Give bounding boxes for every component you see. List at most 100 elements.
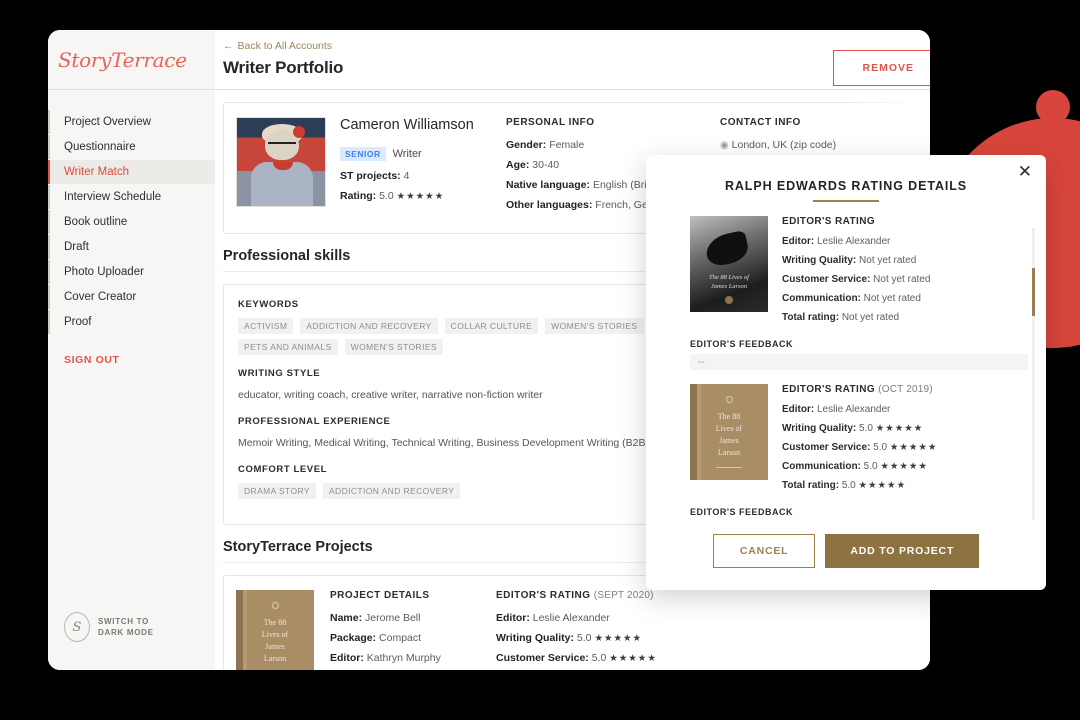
star-rating-icon: ★★★★★	[880, 461, 928, 472]
sidebar-item-interview-schedule[interactable]: Interview Schedule	[48, 185, 215, 209]
age-label: Age:	[506, 159, 530, 171]
project-package-label: Package:	[330, 632, 377, 644]
sidebar-item-label: Cover Creator	[64, 291, 137, 303]
writing-quality-value: Not yet rated	[859, 255, 917, 266]
dark-mode-toggle[interactable]: S SWITCH TO DARK MODE	[64, 612, 154, 642]
location-pin-icon: ◉	[720, 140, 729, 151]
sidebar-item-proof[interactable]: Proof	[48, 310, 215, 334]
book-cover-thumbnail: The 88 Lives of James Larson	[236, 590, 314, 670]
sidebar: StoryTerrace Project Overview Questionna…	[48, 30, 215, 670]
customer-service-label: Customer Service:	[782, 274, 871, 285]
dark-mode-label: SWITCH TO DARK MODE	[98, 616, 154, 638]
rating-writing-quality-row: Writing Quality: 5.0 ★★★★★	[782, 423, 1028, 434]
sidebar-item-label: Project Overview	[64, 116, 151, 128]
rating-entry-details: EDITOR'S RATING Editor: Leslie Alexander…	[782, 216, 1028, 331]
gender-label: Gender:	[506, 139, 547, 151]
project-package-value: Compact	[379, 632, 422, 644]
close-icon[interactable]: ✕	[1018, 163, 1032, 180]
book-title-line: Larson	[717, 448, 741, 457]
rating-editor-value: Leslie Alexander	[532, 612, 610, 624]
writing-quality-value: 5.0	[859, 423, 873, 434]
sidebar-item-photo-uploader[interactable]: Photo Uploader	[48, 260, 215, 284]
status-badge: SENIOR	[340, 147, 386, 161]
sidebar-item-book-outline[interactable]: Book outline	[48, 210, 215, 234]
back-to-all-accounts-link[interactable]: ← Back to All Accounts	[223, 40, 343, 52]
rating-details-modal: ✕ RALPH EDWARDS RATING DETAILS The 88 Li…	[646, 155, 1046, 590]
rating-communication-row: Communication: Not yet rated	[782, 293, 1028, 304]
keyword-tag: ACTIVISM	[238, 318, 294, 334]
contact-info-heading: CONTACT INFO	[720, 117, 801, 128]
add-to-project-button[interactable]: ADD TO PROJECT	[825, 534, 980, 568]
writing-quality-label: Writing Quality:	[496, 632, 574, 644]
feedback-box: --	[690, 354, 1028, 370]
star-rating-icon: ★★★★★	[396, 191, 445, 202]
arrow-left-icon: ←	[223, 40, 234, 52]
comfort-tag: DRAMA STORY	[238, 483, 316, 499]
sidebar-nav: Project Overview Questionnaire Writer Ma…	[48, 90, 215, 366]
communication-label: Communication:	[782, 461, 861, 472]
total-rating-value: Not yet rated	[841, 312, 900, 323]
topbar-left: ← Back to All Accounts Writer Portfolio	[223, 40, 343, 78]
rating-customer-service-row: Customer Service: Not yet rated	[782, 274, 1028, 285]
rating-editor-label: Editor:	[782, 404, 815, 415]
project-editor-row: Editor: Kathryn Murphy	[330, 652, 480, 664]
rating-entry-heading: EDITOR'S RATING	[782, 216, 1028, 227]
remove-button[interactable]: REMOVE	[833, 50, 930, 86]
customer-service-value: 5.0	[591, 652, 607, 664]
storyterrace-logo: StoryTerrace	[58, 47, 187, 72]
sidebar-item-project-overview[interactable]: Project Overview	[48, 110, 215, 134]
avatar	[236, 117, 326, 207]
keyword-tag: PETS AND ANIMALS	[238, 339, 338, 355]
total-rating-value: 5.0	[841, 480, 856, 491]
project-rating-heading: EDITOR'S RATING (SEPT 2020)	[496, 590, 706, 601]
sidebar-item-questionnaire[interactable]: Questionnaire	[48, 135, 215, 159]
rating-customer-service-row: Customer Service: 5.0 ★★★★★	[496, 652, 706, 664]
comfort-tag: ADDICTION AND RECOVERY	[322, 483, 461, 499]
st-projects-value: 4	[403, 170, 410, 182]
project-rating-column: EDITOR'S RATING (SEPT 2020) Editor: Lesl…	[496, 590, 706, 670]
location-value: London, UK (zip code)	[731, 139, 837, 151]
project-name-value: Jerome Bell	[365, 612, 421, 624]
rating-total-row: Total rating: Not yet rated	[782, 312, 1028, 323]
keyword-tag: WOMEN'S STORIES	[344, 339, 443, 355]
project-name-label: Name:	[330, 612, 363, 624]
decorative-circle-small	[1036, 90, 1070, 124]
sidebar-item-writer-match[interactable]: Writer Match	[48, 160, 215, 184]
rating-editor-value: Leslie Alexander	[817, 236, 891, 247]
sidebar-item-label: Questionnaire	[64, 141, 136, 153]
rating-total-row: Total rating: 5.0 ★★★★★	[782, 480, 1028, 491]
modal-scrollbar-thumb[interactable]	[1032, 268, 1035, 316]
customer-service-value: Not yet rated	[873, 274, 931, 285]
star-rating-icon: ★★★★★	[858, 480, 907, 491]
st-projects-row: ST projects: 4	[340, 170, 492, 182]
rating-editor-label: Editor:	[782, 236, 815, 247]
modal-title: RALPH EDWARDS RATING DETAILS	[724, 179, 968, 193]
logo-container: StoryTerrace	[48, 30, 215, 90]
sidebar-item-label: Draft	[64, 241, 89, 253]
writing-quality-label: Writing Quality:	[782, 255, 857, 266]
rating-writing-quality-row: Writing Quality: 5.0 ★★★★★	[496, 632, 706, 644]
sidebar-item-label: Interview Schedule	[64, 191, 162, 203]
communication-value: Not yet rated	[863, 293, 921, 304]
rating-heading-text: EDITOR'S RATING	[496, 590, 591, 601]
gender-row: Gender: Female	[506, 139, 706, 151]
writing-quality-label: Writing Quality:	[782, 423, 857, 434]
rating-heading-text: EDITOR'S RATING	[782, 384, 876, 395]
topbar: ← Back to All Accounts Writer Portfolio …	[215, 30, 930, 90]
keyword-tag: ADDICTION AND RECOVERY	[300, 318, 438, 334]
dark-mode-line2: DARK MODE	[98, 628, 154, 637]
rating-entry-heading: EDITOR'S RATING (OCT 2019)	[782, 384, 1028, 395]
communication-label: Communication:	[782, 293, 861, 304]
rating-customer-service-row: Customer Service: 5.0 ★★★★★	[782, 442, 1028, 453]
writer-name: Cameron Williamson	[340, 117, 474, 133]
back-link-label: Back to All Accounts	[237, 40, 333, 52]
star-rating-icon: ★★★★★	[889, 442, 938, 453]
rating-editor-value: Leslie Alexander	[817, 404, 891, 415]
sign-out-button[interactable]: SIGN OUT	[48, 354, 215, 366]
sidebar-item-draft[interactable]: Draft	[48, 235, 215, 259]
cancel-button[interactable]: CANCEL	[712, 534, 816, 568]
communication-value: 5.0	[863, 461, 878, 472]
sidebar-item-cover-creator[interactable]: Cover Creator	[48, 285, 215, 309]
sidebar-item-label: Photo Uploader	[64, 266, 144, 278]
rating-entry: The 88 Lives of James Larson EDITOR'S RA…	[690, 384, 1028, 499]
